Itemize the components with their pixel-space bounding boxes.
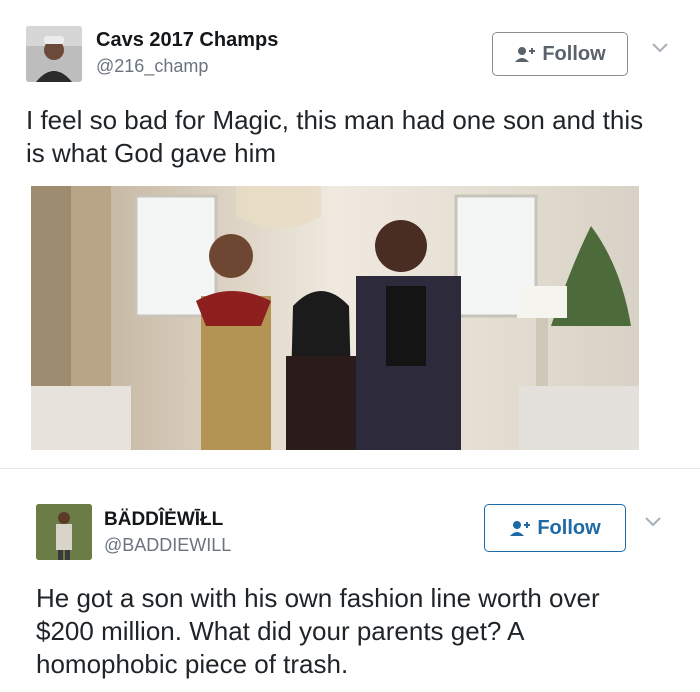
follow-button-label: Follow xyxy=(542,42,606,65)
add-user-icon xyxy=(510,521,531,536)
follow-button[interactable]: Follow xyxy=(484,504,626,552)
avatar[interactable] xyxy=(26,26,82,82)
tweet-photo[interactable] xyxy=(31,186,639,450)
follow-button-label: Follow xyxy=(537,516,601,539)
reply-tweet-card: BÄDDÎĖWĪŁL @BADDIEWILL Follow He got a s… xyxy=(0,480,700,692)
display-name[interactable]: Cavs 2017 Champs xyxy=(96,29,278,52)
follow-button[interactable]: Follow xyxy=(492,32,628,76)
tweet-card: Cavs 2017 Champs @216_champ Follow I fee… xyxy=(0,0,700,469)
add-user-icon xyxy=(515,47,536,62)
chevron-down-icon[interactable] xyxy=(644,516,662,528)
tweet-text: I feel so bad for Magic, this man had on… xyxy=(26,105,644,168)
user-handle[interactable]: @216_champ xyxy=(96,56,208,77)
user-handle[interactable]: @BADDIEWILL xyxy=(104,535,231,556)
chevron-down-icon[interactable] xyxy=(651,42,669,54)
avatar[interactable] xyxy=(36,504,92,560)
tweet-text: He got a son with his own fashion line w… xyxy=(36,583,600,679)
display-name[interactable]: BÄDDÎĖWĪŁL xyxy=(104,509,223,531)
